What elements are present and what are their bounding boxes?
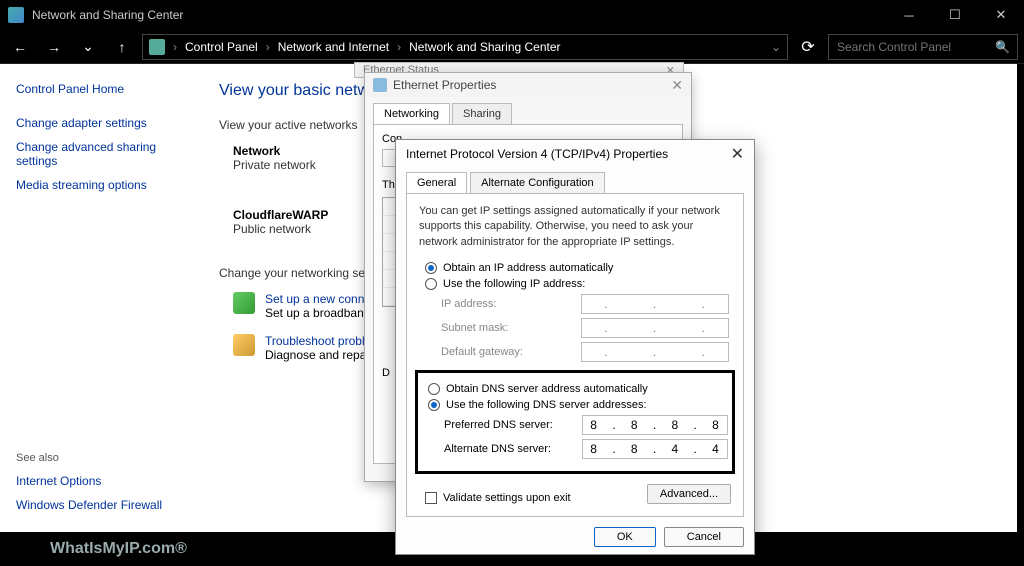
task-troubleshoot-sub: Diagnose and repair: [265, 348, 373, 362]
gateway-input: ...: [581, 342, 729, 362]
tab-general[interactable]: General: [406, 172, 467, 193]
gateway-label: Default gateway:: [441, 346, 571, 358]
dns-highlight-block: Obtain DNS server address automatically …: [415, 370, 735, 474]
breadcrumb[interactable]: › Control Panel › Network and Internet ›…: [142, 34, 788, 60]
ip-address-input: ...: [581, 294, 729, 314]
close-icon[interactable]: ✕: [671, 77, 683, 94]
dialog-titlebar[interactable]: Ethernet Properties ✕: [365, 73, 691, 97]
crumb-1[interactable]: Network and Internet: [274, 40, 393, 54]
side-link-sharing[interactable]: Change advanced sharing settings: [16, 140, 179, 168]
ok-button[interactable]: OK: [594, 527, 656, 547]
radio-label: Use the following DNS server addresses:: [446, 399, 647, 411]
radio-label: Use the following IP address:: [443, 278, 585, 290]
gateway-row: Default gateway: ...: [441, 342, 731, 362]
close-button[interactable]: ✕: [978, 0, 1024, 30]
radio-label: Obtain DNS server address automatically: [446, 383, 648, 395]
task-troubleshoot-link[interactable]: Troubleshoot proble: [265, 334, 373, 348]
validate-checkbox-row[interactable]: Validate settings upon exit: [425, 492, 571, 504]
crumb-sep: ›: [266, 40, 270, 54]
crumb-2[interactable]: Network and Sharing Center: [405, 40, 564, 54]
tab-sharing[interactable]: Sharing: [452, 103, 512, 124]
dialog-title: Internet Protocol Version 4 (TCP/IPv4) P…: [406, 147, 668, 161]
radio-icon: [428, 383, 440, 395]
crumb-0[interactable]: Control Panel: [181, 40, 262, 54]
watermark-text: WhatIsMyIP.com®: [50, 540, 187, 558]
control-panel-home-link[interactable]: Control Panel Home: [16, 82, 179, 96]
alternate-dns-label: Alternate DNS server:: [444, 443, 572, 455]
ethernet-icon: [373, 78, 387, 92]
ipv4-body: You can get IP settings assigned automat…: [406, 193, 744, 517]
refresh-button[interactable]: ⟳: [794, 33, 822, 61]
up-button[interactable]: ↑: [108, 33, 136, 61]
subnet-input: ...: [581, 318, 729, 338]
see-also-label: See also: [16, 452, 179, 464]
alternate-dns-input[interactable]: 8. 8. 4. 4: [582, 439, 728, 459]
tab-alternate[interactable]: Alternate Configuration: [470, 172, 605, 193]
seealso-internet-options[interactable]: Internet Options: [16, 474, 179, 488]
preferred-dns-input[interactable]: 8. 8. 8. 8: [582, 415, 728, 435]
dialog-button-bar: OK Cancel: [396, 527, 754, 557]
radio-icon: [428, 399, 440, 411]
forward-button[interactable]: →: [40, 33, 68, 61]
troubleshoot-icon: [233, 334, 255, 356]
recent-button[interactable]: ⌄: [74, 33, 102, 61]
radio-icon: [425, 278, 437, 290]
titlebar: Network and Sharing Center ─ ☐ ✕: [0, 0, 1024, 30]
search-icon[interactable]: 🔍: [995, 40, 1010, 54]
tab-networking[interactable]: Networking: [373, 103, 450, 124]
task-setup-sub: Set up a broadband,: [265, 306, 377, 320]
cancel-button[interactable]: Cancel: [664, 527, 744, 547]
radio-icon: [425, 262, 437, 274]
seealso-firewall[interactable]: Windows Defender Firewall: [16, 498, 179, 512]
task-setup-link[interactable]: Set up a new connec: [265, 292, 377, 306]
window-title: Network and Sharing Center: [32, 8, 183, 22]
subnet-row: Subnet mask: ...: [441, 318, 731, 338]
preferred-dns-row: Preferred DNS server: 8. 8. 8. 8: [444, 415, 728, 435]
dialog-title: Ethernet Properties: [393, 78, 496, 92]
nav-toolbar: ← → ⌄ ↑ › Control Panel › Network and In…: [0, 30, 1024, 64]
search-input[interactable]: [828, 34, 1018, 60]
alternate-dns-row: Alternate DNS server: 8. 8. 4. 4: [444, 439, 728, 459]
side-pane: Control Panel Home Change adapter settin…: [0, 64, 195, 532]
side-link-adapter[interactable]: Change adapter settings: [16, 116, 179, 130]
validate-label: Validate settings upon exit: [443, 492, 571, 504]
tab-bar: General Alternate Configuration: [406, 172, 744, 193]
maximize-button[interactable]: ☐: [932, 0, 978, 30]
minimize-button[interactable]: ─: [886, 0, 932, 30]
back-button[interactable]: ←: [6, 33, 34, 61]
side-link-media[interactable]: Media streaming options: [16, 178, 179, 192]
radio-label: Obtain an IP address automatically: [443, 262, 613, 274]
dialog-titlebar[interactable]: Internet Protocol Version 4 (TCP/IPv4) P…: [396, 140, 754, 168]
crumb-dropdown-icon[interactable]: ⌄: [771, 40, 781, 54]
ip-label: IP address:: [441, 298, 571, 310]
close-icon[interactable]: ✕: [731, 144, 744, 164]
radio-dns-auto[interactable]: Obtain DNS server address automatically: [428, 383, 728, 395]
breadcrumb-icon: [149, 39, 165, 55]
crumb-sep: ›: [397, 40, 401, 54]
radio-ip-manual[interactable]: Use the following IP address:: [425, 278, 731, 290]
advanced-button[interactable]: Advanced...: [647, 484, 731, 504]
setup-icon: [233, 292, 255, 314]
subnet-label: Subnet mask:: [441, 322, 571, 334]
app-icon: [8, 7, 24, 23]
radio-ip-auto[interactable]: Obtain an IP address automatically: [425, 262, 731, 274]
tab-bar: Networking Sharing: [373, 103, 683, 124]
radio-dns-manual[interactable]: Use the following DNS server addresses:: [428, 399, 728, 411]
checkbox-icon: [425, 492, 437, 504]
ipv4-properties-dialog: Internet Protocol Version 4 (TCP/IPv4) P…: [395, 139, 755, 555]
crumb-sep: ›: [173, 40, 177, 54]
ipv4-description: You can get IP settings assigned automat…: [419, 204, 731, 250]
ip-address-row: IP address: ...: [441, 294, 731, 314]
preferred-dns-label: Preferred DNS server:: [444, 419, 572, 431]
